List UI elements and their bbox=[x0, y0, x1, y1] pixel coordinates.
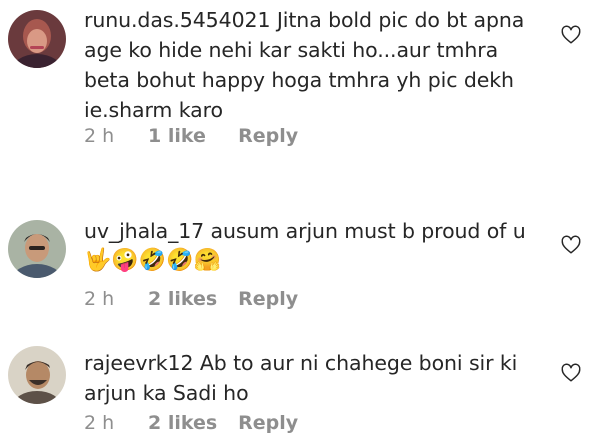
reply-button[interactable]: Reply bbox=[238, 125, 298, 147]
comment-time: 2 h bbox=[84, 125, 115, 147]
comment-likes[interactable]: 2 likes bbox=[148, 412, 232, 434]
comment-text: uv_jhala_17 ausum arjun must b proud of … bbox=[84, 216, 534, 246]
heart-outline-icon[interactable] bbox=[560, 362, 582, 384]
comment-text: runu.das.5454021 Jitna bold pic do bt ap… bbox=[84, 5, 534, 125]
comment-username[interactable]: rajeevrk12 bbox=[84, 351, 194, 375]
avatar-image bbox=[8, 346, 66, 404]
avatar-image bbox=[8, 10, 66, 68]
comment: uv_jhala_17 ausum arjun must b proud of … bbox=[0, 210, 600, 310]
comment-meta: 2 h 1 like Reply bbox=[84, 125, 298, 147]
comment-meta: 2 h 2 likes Reply bbox=[84, 288, 298, 310]
comment: runu.das.5454021 Jitna bold pic do bt ap… bbox=[0, 0, 600, 175]
comment-likes[interactable]: 1 like bbox=[148, 125, 232, 147]
reply-button[interactable]: Reply bbox=[238, 412, 298, 434]
comment-username[interactable]: runu.das.5454021 bbox=[84, 8, 271, 32]
heart-outline-icon[interactable] bbox=[560, 234, 582, 256]
avatar[interactable] bbox=[8, 346, 66, 404]
comment-body: ausum arjun must b proud of u bbox=[210, 219, 526, 243]
comment-username[interactable]: uv_jhala_17 bbox=[84, 219, 204, 243]
comment-meta: 2 h 2 likes Reply bbox=[84, 412, 298, 434]
comment-emojis: 🤟🤪🤣🤣🤗 bbox=[84, 248, 221, 273]
comment-text: rajeevrk12 Ab to aur ni chahege boni sir… bbox=[84, 348, 534, 408]
comment-time: 2 h bbox=[84, 412, 115, 434]
comment-likes[interactable]: 2 likes bbox=[148, 288, 232, 310]
comment-time: 2 h bbox=[84, 288, 115, 310]
avatar[interactable] bbox=[8, 10, 66, 68]
reply-button[interactable]: Reply bbox=[238, 288, 298, 310]
comment: rajeevrk12 Ab to aur ni chahege boni sir… bbox=[0, 340, 600, 437]
heart-outline-icon[interactable] bbox=[560, 24, 582, 46]
avatar[interactable] bbox=[8, 220, 66, 278]
avatar-image bbox=[8, 220, 66, 278]
